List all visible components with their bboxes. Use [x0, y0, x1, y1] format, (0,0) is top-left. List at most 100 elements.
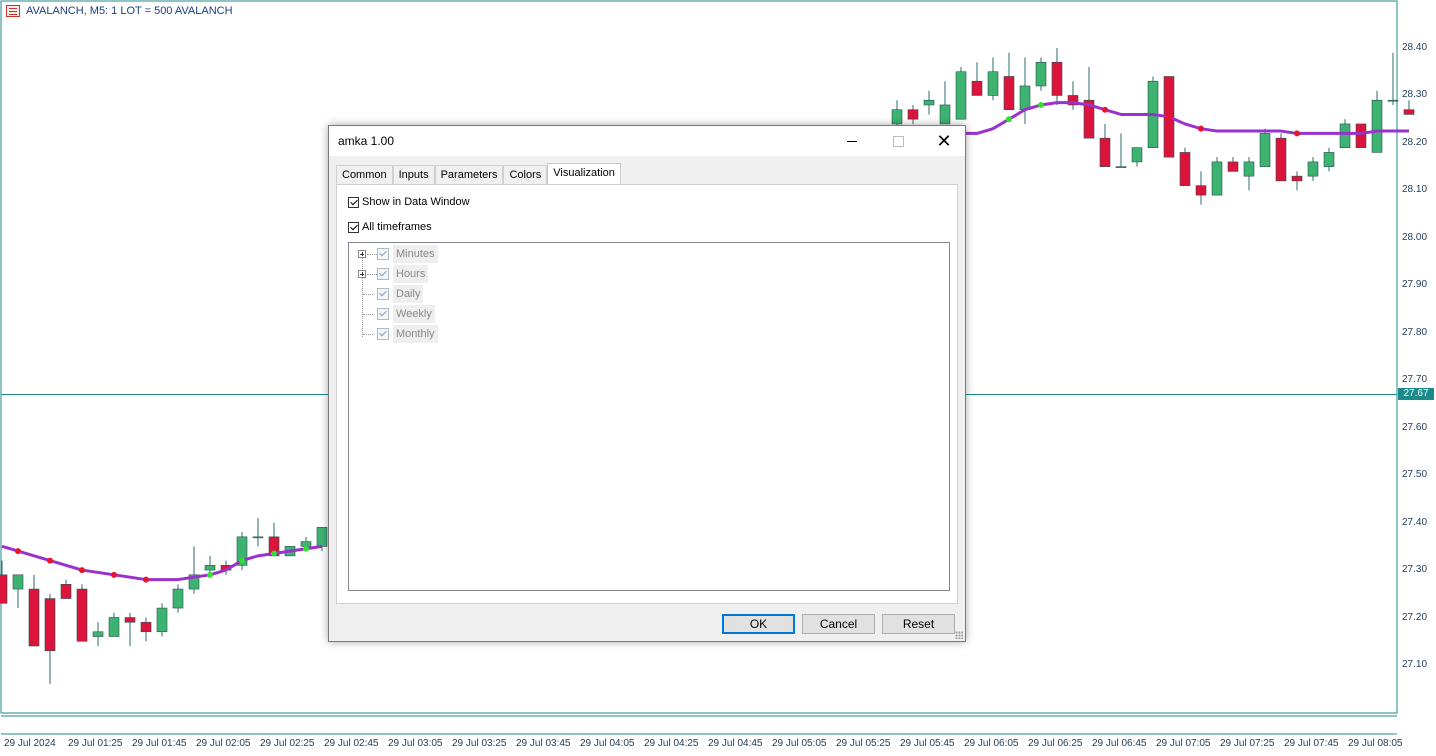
close-button[interactable]: ✕: [921, 126, 967, 156]
time-tick-label: 29 Jul 2024: [4, 738, 56, 749]
time-tick-label: 29 Jul 07:25: [1220, 738, 1275, 749]
monthly-checkbox[interactable]: [377, 328, 389, 340]
chart-menu-icon[interactable]: [6, 5, 20, 17]
bull-candle: [252, 536, 264, 539]
indicator-properties-dialog: amka 1.00 ✕ Common Inputs Parameters Col…: [328, 125, 966, 642]
tab-colors[interactable]: Colors: [503, 165, 548, 184]
price-tick-label: 27.10: [1402, 659, 1428, 670]
tree-connector: [367, 254, 377, 255]
daily-checkbox[interactable]: [377, 288, 389, 300]
bear-candle: [124, 617, 136, 623]
tab-common[interactable]: Common: [336, 165, 393, 184]
ma-up-marker: [239, 557, 245, 564]
price-tick-label: 27.20: [1402, 611, 1428, 623]
time-tick-label: 29 Jul 06:45: [1092, 738, 1147, 749]
minimize-icon: [847, 140, 857, 142]
ma-down-marker: [1294, 130, 1300, 137]
tree-item-minutes[interactable]: Minutes: [349, 245, 949, 263]
price-tick-label: 27.50: [1402, 469, 1428, 481]
minutes-label: Minutes: [393, 245, 438, 263]
tree-item-weekly[interactable]: Weekly: [349, 305, 949, 323]
price-tick-label: 28.20: [1402, 136, 1428, 148]
bear-candle: [44, 598, 56, 652]
dialog-titlebar[interactable]: amka 1.00 ✕: [329, 126, 965, 156]
bull-candle: [923, 99, 935, 106]
ok-button[interactable]: OK: [722, 614, 795, 634]
tab-bar: Common Inputs Parameters Colors Visualiz…: [336, 163, 621, 184]
tree-connector: [363, 294, 373, 295]
time-tick-label: 29 Jul 07:45: [1284, 738, 1339, 749]
time-tick-label: 29 Jul 02:45: [324, 738, 379, 749]
visualization-panel: Show in Data Window All timeframes Minut…: [336, 184, 958, 604]
time-tick-label: 29 Jul 04:05: [580, 738, 635, 749]
bull-candle: [1259, 133, 1271, 167]
tree-connector: [367, 274, 377, 275]
bull-candle: [1243, 161, 1255, 177]
tree-item-daily[interactable]: Daily: [349, 285, 949, 303]
bull-candle: [939, 104, 951, 125]
bear-candle: [1291, 175, 1303, 182]
bear-candle: [907, 109, 919, 120]
tree-item-hours[interactable]: Hours: [349, 265, 949, 283]
resize-grip-icon[interactable]: [955, 631, 963, 639]
bull-candle: [156, 607, 168, 633]
bear-candle: [1195, 185, 1207, 196]
bull-candle: [204, 565, 216, 571]
all-timeframes-option[interactable]: All timeframes: [348, 221, 432, 233]
minutes-checkbox[interactable]: [377, 248, 389, 260]
bear-candle: [0, 574, 8, 604]
reset-button[interactable]: Reset: [882, 614, 955, 634]
minimize-button[interactable]: [829, 126, 875, 156]
bear-candle: [28, 588, 40, 647]
monthly-label: Monthly: [393, 325, 438, 343]
ma-down-marker: [15, 548, 21, 555]
show-data-window-option[interactable]: Show in Data Window: [348, 196, 470, 208]
time-tick-label: 29 Jul 07:05: [1156, 738, 1211, 749]
bear-candle: [1179, 152, 1191, 186]
bull-candle: [108, 617, 120, 637]
tab-inputs[interactable]: Inputs: [392, 165, 435, 184]
time-tick-label: 29 Jul 05:05: [772, 738, 827, 749]
expand-plus-icon[interactable]: [358, 270, 366, 278]
tab-visualization[interactable]: Visualization: [547, 163, 621, 184]
all-timeframes-label: All timeframes: [362, 221, 432, 233]
bull-candle: [172, 588, 184, 609]
bull-candle: [1307, 161, 1319, 177]
bear-candle: [1051, 61, 1063, 96]
price-tick-label: 27.40: [1402, 516, 1428, 528]
bull-candle: [1211, 161, 1223, 196]
tab-parameters[interactable]: Parameters: [434, 165, 504, 184]
bull-candle: [987, 71, 999, 96]
time-tick-label: 29 Jul 08:05: [1348, 738, 1403, 749]
weekly-checkbox[interactable]: [377, 308, 389, 320]
ma-down-marker: [143, 576, 149, 583]
maximize-button: [875, 126, 921, 156]
show-data-window-checkbox[interactable]: [348, 196, 359, 208]
ma-up-marker: [1006, 116, 1012, 123]
bear-candle: [1227, 161, 1239, 172]
time-tick-label: 29 Jul 06:25: [1028, 738, 1083, 749]
bear-candle: [1275, 137, 1287, 182]
bear-candle: [1003, 76, 1015, 110]
bull-candle: [92, 631, 104, 637]
price-tick-label: 27.80: [1402, 326, 1428, 338]
time-tick-label: 29 Jul 04:25: [644, 738, 699, 749]
bear-candle: [140, 621, 152, 633]
bull-candle: [1035, 61, 1047, 87]
all-timeframes-checkbox[interactable]: [348, 221, 359, 233]
close-icon: ✕: [936, 131, 952, 151]
ma-down-marker: [47, 557, 53, 564]
price-tick-label: 27.90: [1402, 279, 1428, 291]
bull-candle: [1371, 99, 1383, 153]
hours-checkbox[interactable]: [377, 268, 389, 280]
bear-candle: [60, 584, 72, 599]
timeframes-tree[interactable]: Minutes Hours Daily Weekly Monthly: [348, 242, 950, 591]
tree-connector: [363, 334, 373, 335]
show-data-window-label: Show in Data Window: [362, 196, 470, 208]
ma-down-marker: [1198, 125, 1204, 132]
expand-plus-icon[interactable]: [358, 250, 366, 258]
ma-up-marker: [1038, 101, 1044, 108]
time-tick-label: 29 Jul 03:45: [516, 738, 571, 749]
tree-item-monthly[interactable]: Monthly: [349, 325, 949, 343]
cancel-button[interactable]: Cancel: [802, 614, 875, 634]
